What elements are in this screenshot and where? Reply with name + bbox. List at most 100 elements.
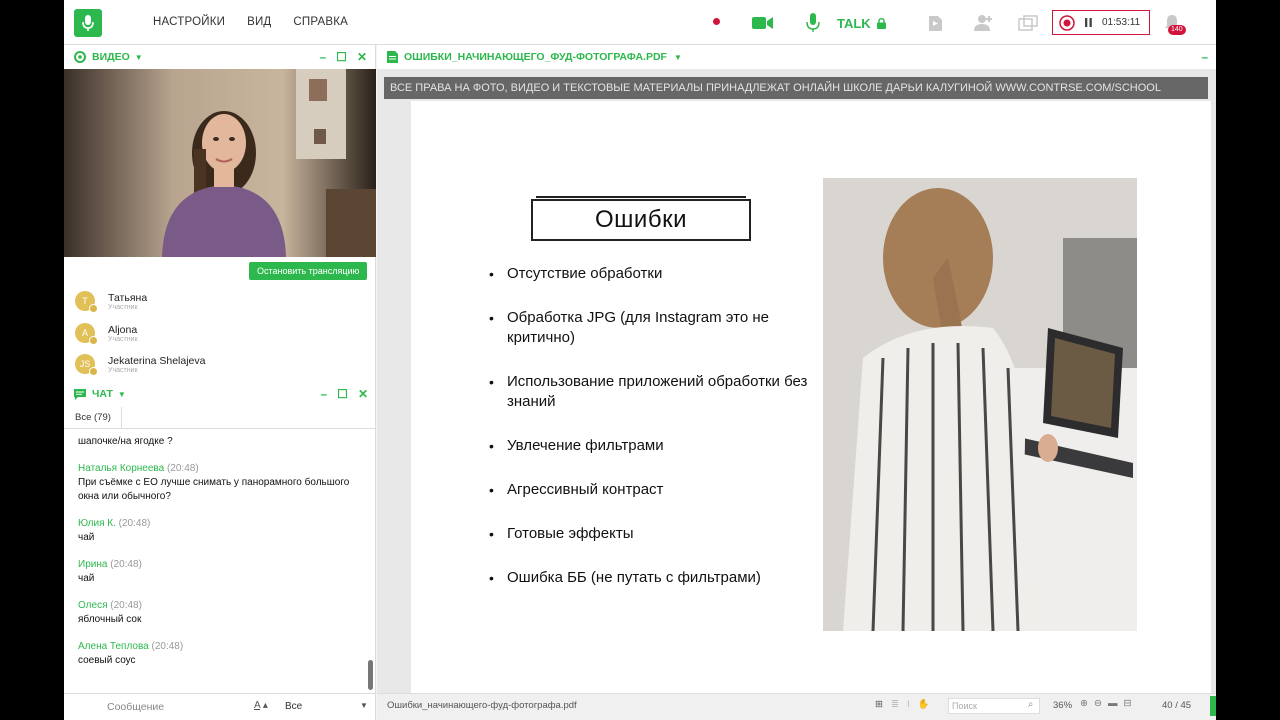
participant-role: Участник: [108, 304, 138, 311]
chevron-down-icon[interactable]: ▼: [360, 701, 368, 710]
participant-name: Татьяна: [108, 292, 148, 304]
bullet-item: Обработка JPG (для Instagram это не крит…: [489, 308, 817, 348]
slide-bullet-list: Отсутствие обработки Обработка JPG (для …: [489, 264, 817, 612]
text-cursor-icon[interactable]: I: [907, 699, 910, 710]
zoom-out-icon[interactable]: ⊖: [1094, 698, 1102, 709]
message-author[interactable]: Наталья Корнеева: [78, 463, 164, 474]
message-author[interactable]: Алена Теплова: [78, 641, 149, 652]
avatar-initial: A: [81, 327, 88, 338]
pause-icon[interactable]: [1085, 18, 1092, 27]
status-accent-marker: [1210, 696, 1216, 716]
chevron-down-icon[interactable]: ▼: [118, 390, 126, 399]
chat-panel-header: ЧАТ ▼ – ☐ ✕: [64, 382, 376, 406]
maximize-icon[interactable]: ☐: [337, 387, 348, 401]
share-file-icon[interactable]: [928, 12, 943, 34]
participant-role: Участник: [108, 367, 138, 374]
message-author[interactable]: Ирина: [78, 559, 107, 570]
video-window-controls: – ☐ ✕: [319, 50, 367, 64]
left-sidebar: ВИДЕО ▼ – ☐ ✕ Остановить трансляцию Т Та…: [64, 45, 376, 720]
chevron-down-icon[interactable]: ▼: [674, 53, 682, 62]
recording-timer[interactable]: 01:53:11: [1052, 10, 1150, 35]
message-text: чай: [78, 532, 95, 543]
video-panel-title[interactable]: ВИДЕО: [92, 51, 130, 63]
page-current[interactable]: 40: [1162, 700, 1173, 711]
presenter-video-frame: [64, 69, 376, 257]
fit-page-icon[interactable]: ⊞: [875, 699, 883, 710]
zoom-in-icon[interactable]: ⊕: [1080, 698, 1088, 709]
thumbnails-icon[interactable]: ⊟: [1123, 698, 1131, 709]
minimize-icon[interactable]: –: [320, 387, 327, 401]
bullet-item: Увлечение фильтрами: [489, 436, 817, 456]
video-settings-icon[interactable]: [74, 51, 86, 63]
document-search-input[interactable]: Поиск: [948, 698, 1040, 714]
stop-broadcast-button[interactable]: Остановить трансляцию: [249, 262, 368, 280]
menu-settings[interactable]: НАСТРОЙКИ: [153, 16, 225, 28]
search-icon[interactable]: ⌕: [1028, 699, 1033, 710]
menu-view[interactable]: ВИД: [247, 16, 271, 28]
chat-tabs: Все (79): [64, 407, 376, 429]
document-status-bar: Ошибки_начинающего-фуд-фотографа.pdf ⊞ ≣…: [377, 693, 1216, 720]
zoom-level: 36%: [1053, 700, 1073, 711]
top-toolbar: НАСТРОЙКИ ВИД СПРАВКА TALK 01:53:11 140: [64, 0, 1216, 45]
bullet-item: Отсутствие обработки: [489, 264, 817, 284]
participant-name: Jekaterina Shelajeva: [108, 355, 206, 367]
message-time: (20:48): [166, 463, 199, 474]
message-time: (20:48): [151, 641, 184, 652]
avatar-initial: JS: [79, 359, 91, 369]
document-viewer[interactable]: Ошибки Отсутствие обработки Обработка JP…: [377, 69, 1216, 693]
camera-icon[interactable]: [752, 12, 774, 34]
participant-name: Aljona: [108, 323, 138, 336]
zoom-slider[interactable]: ▬: [1108, 698, 1118, 709]
recipient-select[interactable]: Все: [285, 701, 302, 712]
chat-bubble-icon: [74, 388, 86, 400]
avatar-initial: Т: [82, 296, 88, 306]
participant-item[interactable]: JS Jekaterina Shelajeva Участник: [64, 348, 376, 380]
message-author[interactable]: Юлия К.: [78, 518, 116, 529]
hand-tool-icon[interactable]: ✋: [918, 699, 930, 710]
document-panel-header: ОШИБКИ_НАЧИНАЮЩЕГО_ФУД-ФОТОГРАФА.PDF ▼ –: [377, 45, 1216, 69]
notifications-badge: 140: [1168, 25, 1186, 35]
document-filename: Ошибки_начинающего-фуд-фотографа.pdf: [387, 700, 577, 711]
chat-panel-title[interactable]: ЧАТ: [92, 388, 113, 400]
bullet-item: Ошибка ББ (не путать с фильтрами): [489, 568, 817, 588]
participant-item[interactable]: A Aljona Участник: [64, 317, 376, 349]
slide-title: Ошибки: [531, 196, 751, 241]
chat-message: Юлия К. (20:48) чай: [78, 517, 368, 545]
menu-help[interactable]: СПРАВКА: [293, 16, 348, 28]
talk-button[interactable]: TALK: [837, 12, 886, 34]
chat-scrollbar[interactable]: [368, 660, 373, 690]
minimize-icon[interactable]: –: [1201, 50, 1208, 64]
video-stream[interactable]: [64, 69, 376, 257]
app-logo-icon[interactable]: [74, 9, 102, 37]
avatar: A: [75, 322, 98, 345]
participant-role: Участник: [108, 335, 138, 343]
tab-all-messages[interactable]: Все (79): [68, 407, 122, 429]
maximize-icon[interactable]: ☐: [336, 50, 347, 64]
document-title[interactable]: ОШИБКИ_НАЧИНАЮЩЕГО_ФУД-ФОТОГРАФА.PDF: [404, 51, 667, 63]
participant-status-icon: [89, 335, 98, 345]
chat-message-input[interactable]: Сообщение: [107, 701, 164, 713]
chevron-down-icon[interactable]: ▼: [135, 53, 143, 62]
message-time: (20:48): [110, 559, 142, 570]
participants-list: Т Татьяна Участник A Aljona Участник JS …: [64, 285, 376, 380]
fit-width-icon[interactable]: ≣: [891, 699, 899, 710]
message-time: (20:48): [110, 600, 142, 611]
chat-message: Олеся (20:48) яблочный сок: [78, 599, 368, 627]
add-user-icon[interactable]: [974, 12, 994, 34]
participant-item[interactable]: Т Татьяна Участник: [64, 285, 376, 317]
presentation-slide: Ошибки Отсутствие обработки Обработка JP…: [411, 101, 1211, 693]
participant-status-icon: [89, 367, 98, 376]
text-format-icon[interactable]: A ▴: [254, 700, 268, 711]
close-icon[interactable]: ✕: [358, 387, 368, 401]
chat-input-bar: Сообщение A ▴ Все ▼: [64, 693, 376, 720]
copyright-watermark: ВСЕ ПРАВА НА ФОТО, ВИДЕО И ТЕКСТОВЫЕ МАТ…: [384, 77, 1208, 99]
record-icon[interactable]: [1059, 14, 1075, 31]
microphone-icon[interactable]: [806, 12, 820, 34]
message-author[interactable]: Олеся: [78, 600, 107, 611]
close-icon[interactable]: ✕: [357, 50, 367, 64]
avatar: JS: [75, 354, 98, 376]
minimize-icon[interactable]: –: [319, 50, 326, 64]
avatar: Т: [75, 291, 98, 313]
chat-message: шапочке/на ягодке ?: [78, 435, 368, 449]
layout-windows-icon[interactable]: [1018, 12, 1038, 34]
